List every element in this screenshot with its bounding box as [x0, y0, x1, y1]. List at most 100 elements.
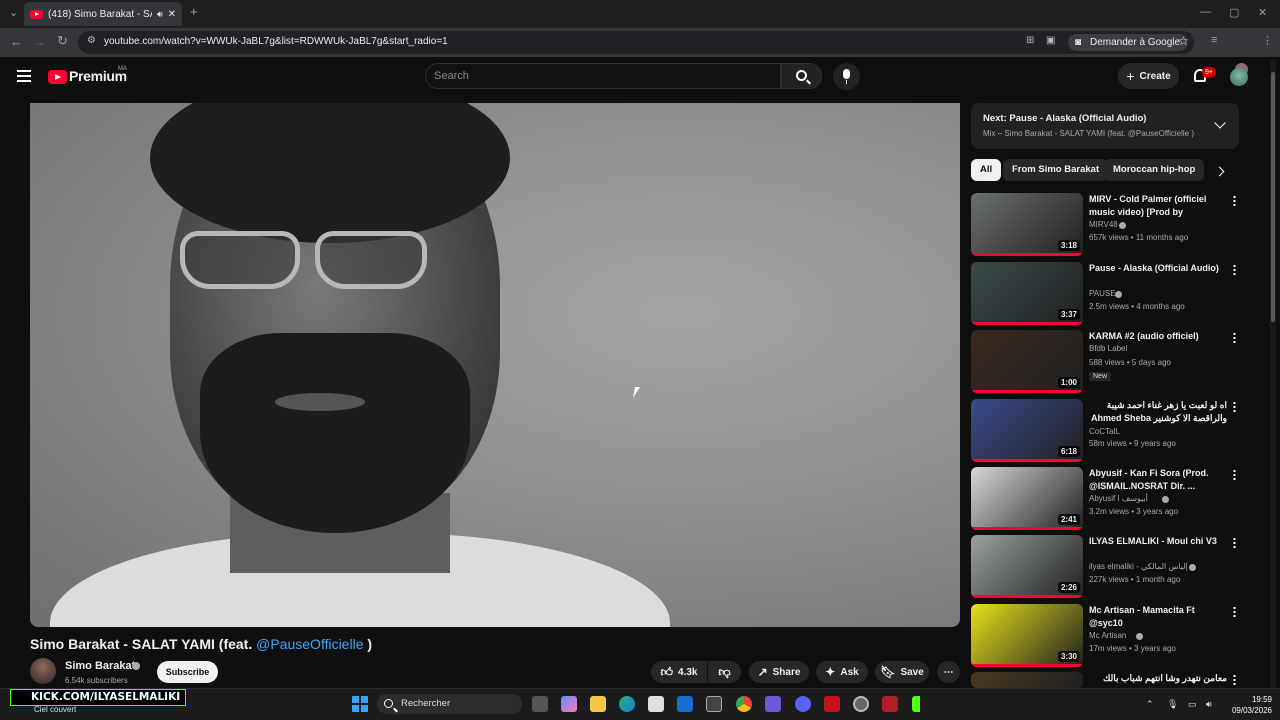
dislike-button[interactable]: 👎︎ — [708, 661, 741, 683]
chevron-right-icon[interactable] — [1214, 166, 1225, 177]
search-input[interactable] — [434, 70, 764, 82]
edge-icon[interactable] — [619, 696, 635, 712]
ask-google-button[interactable]: ◙ Demander à Google — [1068, 34, 1189, 51]
like-button[interactable]: 👍︎ 4.3k — [651, 661, 707, 683]
ask-button[interactable]: ✦ Ask — [816, 661, 868, 683]
recommendation-item[interactable]: 2:26 ILYAS ELMALIKI - Moul chi V3 ilyas el… — [971, 535, 1239, 599]
video-player[interactable] — [30, 103, 960, 627]
video-thumbnail[interactable]: 3:30 — [971, 604, 1083, 667]
create-button[interactable]: + Create — [1118, 63, 1179, 89]
recommendation-channel[interactable]: ilyas elmaliki - إلياس المالكي — [1089, 562, 1188, 571]
minimize-icon[interactable]: — — [1200, 6, 1211, 18]
more-actions-button[interactable]: ⋯ — [937, 661, 960, 683]
reading-list-icon[interactable]: ≡ — [1211, 34, 1217, 46]
tab-list-icon[interactable]: ⌄ — [9, 6, 18, 19]
recommendation-title[interactable]: KARMA #2 (audio officiel) — [1089, 330, 1227, 343]
game-app-icon[interactable] — [765, 696, 781, 712]
obs-icon[interactable] — [853, 696, 869, 712]
url-text[interactable]: youtube.com/watch?v=WWUk-JaBL7g&list=RDW… — [104, 36, 448, 47]
streaming-app-icon[interactable] — [882, 696, 898, 712]
recommendation-channel[interactable]: Mc Artisan — [1089, 631, 1126, 640]
translate-icon[interactable]: ⊞ — [1026, 35, 1034, 46]
recommendation-title[interactable]: Abyusif - Kan Fi Sora (Prod. @ISMAIL.NOS… — [1089, 467, 1227, 493]
more-vertical-icon[interactable] — [1233, 332, 1236, 343]
reload-icon[interactable]: ↻ — [57, 33, 68, 49]
more-vertical-icon[interactable] — [1233, 264, 1236, 275]
cast-icon[interactable]: ▣ — [1046, 35, 1055, 46]
tab-close-icon[interactable]: ✕ — [168, 9, 176, 20]
video-thumbnail[interactable]: 2:41 — [971, 467, 1083, 530]
recommendation-channel[interactable]: Abyusif I أبيوسف — [1089, 494, 1148, 503]
hamburger-menu-icon[interactable] — [17, 70, 31, 82]
tray-chevron-up-icon[interactable]: ⌃ — [1146, 699, 1154, 710]
recommendation-title[interactable]: اه لو لعبت يا زهر غناء احمد شيبة والراقص… — [1089, 399, 1227, 425]
more-vertical-icon[interactable] — [1233, 537, 1236, 548]
recommendation-item[interactable]: 2:41 Abyusif - Kan Fi Sora (Prod. @ISMAIL… — [971, 467, 1239, 531]
copilot-icon[interactable] — [561, 696, 577, 712]
recommendation-channel[interactable]: Bfdb Label — [1089, 344, 1127, 353]
recommendation-channel[interactable]: CoCTaIL — [1089, 427, 1120, 436]
subscribe-button[interactable]: Subscribe — [157, 661, 218, 683]
search-button[interactable] — [781, 63, 822, 89]
more-vertical-icon[interactable] — [1233, 674, 1236, 685]
channel-name[interactable]: Simo Barakat — [65, 660, 135, 672]
windows-start-icon[interactable] — [352, 696, 368, 712]
weather-widget[interactable]: Ciel couvert — [34, 705, 76, 714]
page-scrollbar[interactable] — [1270, 60, 1276, 690]
browser-tab[interactable]: (418) Simo Barakat - SALAT 🔊︎ ✕ — [24, 2, 182, 26]
voice-search-button[interactable] — [833, 63, 860, 90]
photos-icon[interactable] — [706, 696, 722, 712]
channel-avatar[interactable] — [30, 658, 56, 684]
share-button[interactable]: ↗ Share — [749, 661, 809, 683]
recommendation-item[interactable]: 3:30 Mc Artisan - Mamacita Ft @syc10 Mc Ar… — [971, 604, 1239, 668]
recommendation-item[interactable]: 1:00 KARMA #2 (audio officiel) Bfdb Label 5… — [971, 330, 1239, 394]
account-avatar[interactable] — [1230, 68, 1248, 86]
more-vertical-icon[interactable] — [1233, 195, 1236, 206]
recommendation-title[interactable]: Pause - Alaska (Official Audio) — [1089, 262, 1227, 275]
up-next-card[interactable]: Next: Pause - Alaska (Official Audio) Mi… — [971, 103, 1239, 149]
kick-app-icon[interactable] — [912, 696, 928, 712]
more-vertical-icon[interactable] — [1233, 401, 1236, 412]
video-thumbnail[interactable] — [971, 672, 1083, 688]
recommendation-title[interactable]: معامن نتهدر وشا انتهم شباب بالك — [1089, 672, 1227, 685]
discord-icon[interactable] — [795, 696, 811, 712]
file-explorer-icon[interactable] — [590, 696, 606, 712]
window-close-icon[interactable]: ✕ — [1258, 6, 1267, 19]
recommendation-item[interactable]: 3:18 MIRV - Cold Palmer (officiel music v… — [971, 193, 1239, 257]
new-tab-icon[interactable]: + — [190, 4, 198, 19]
chevron-down-icon[interactable] — [1214, 117, 1226, 129]
task-view-icon[interactable] — [532, 696, 548, 712]
recommendation-item[interactable]: معامن نتهدر وشا انتهم شباب بالك — [971, 672, 1239, 688]
network-tray-icon[interactable]: ▭ — [1188, 699, 1197, 710]
chrome-icon[interactable] — [736, 696, 752, 712]
youtube-logo-icon[interactable] — [48, 70, 67, 84]
taskbar-search[interactable]: Rechercher — [377, 694, 522, 714]
browser-menu-icon[interactable]: ⋮ — [1262, 34, 1273, 47]
site-info-icon[interactable]: ⚙︎ — [87, 35, 96, 46]
video-thumbnail[interactable]: 1:00 — [971, 330, 1083, 393]
chip-from-channel[interactable]: From Simo Barakat — [1003, 159, 1109, 181]
video-thumbnail[interactable]: 3:18 — [971, 193, 1083, 256]
more-vertical-icon[interactable] — [1233, 606, 1236, 617]
recommendation-item[interactable]: 6:18 اه لو لعبت يا زهر غناء احمد شيبة وال… — [971, 399, 1239, 463]
microphone-tray-icon[interactable]: 🎙︎ — [1167, 699, 1178, 710]
recommendation-title[interactable]: ILYAS ELMALIKI - Moul chi V3 — [1089, 535, 1227, 548]
video-thumbnail[interactable]: 3:37 — [971, 262, 1083, 325]
bookmark-star-icon[interactable]: ☆ — [1178, 34, 1189, 48]
maximize-icon[interactable]: ▢ — [1229, 6, 1239, 19]
chip-all[interactable]: All — [971, 159, 1002, 181]
recommendation-channel[interactable]: PAUSE — [1089, 289, 1116, 298]
featured-channel-link[interactable]: @PauseOfficielle — [256, 636, 363, 652]
recommendation-title[interactable]: Mc Artisan - Mamacita Ft @syc10 — [1089, 604, 1227, 630]
chip-moroccan-hip-hop[interactable]: Moroccan hip-hop — [1104, 159, 1205, 181]
clock[interactable]: 19:59 09/03/2026 — [1228, 694, 1272, 716]
outlook-icon[interactable] — [677, 696, 693, 712]
recommendation-title[interactable]: MIRV - Cold Palmer (officiel music video… — [1089, 193, 1227, 219]
more-vertical-icon[interactable] — [1233, 469, 1236, 480]
recommendation-item[interactable]: 3:37 Pause - Alaska (Official Audio) PAUSE… — [971, 262, 1239, 326]
scrollbar-thumb[interactable] — [1271, 72, 1275, 322]
forward-icon[interactable]: → — [33, 34, 46, 49]
store-icon[interactable] — [648, 696, 664, 712]
volume-tray-icon[interactable]: 🔊︎ — [1206, 699, 1212, 710]
video-thumbnail[interactable]: 2:26 — [971, 535, 1083, 598]
